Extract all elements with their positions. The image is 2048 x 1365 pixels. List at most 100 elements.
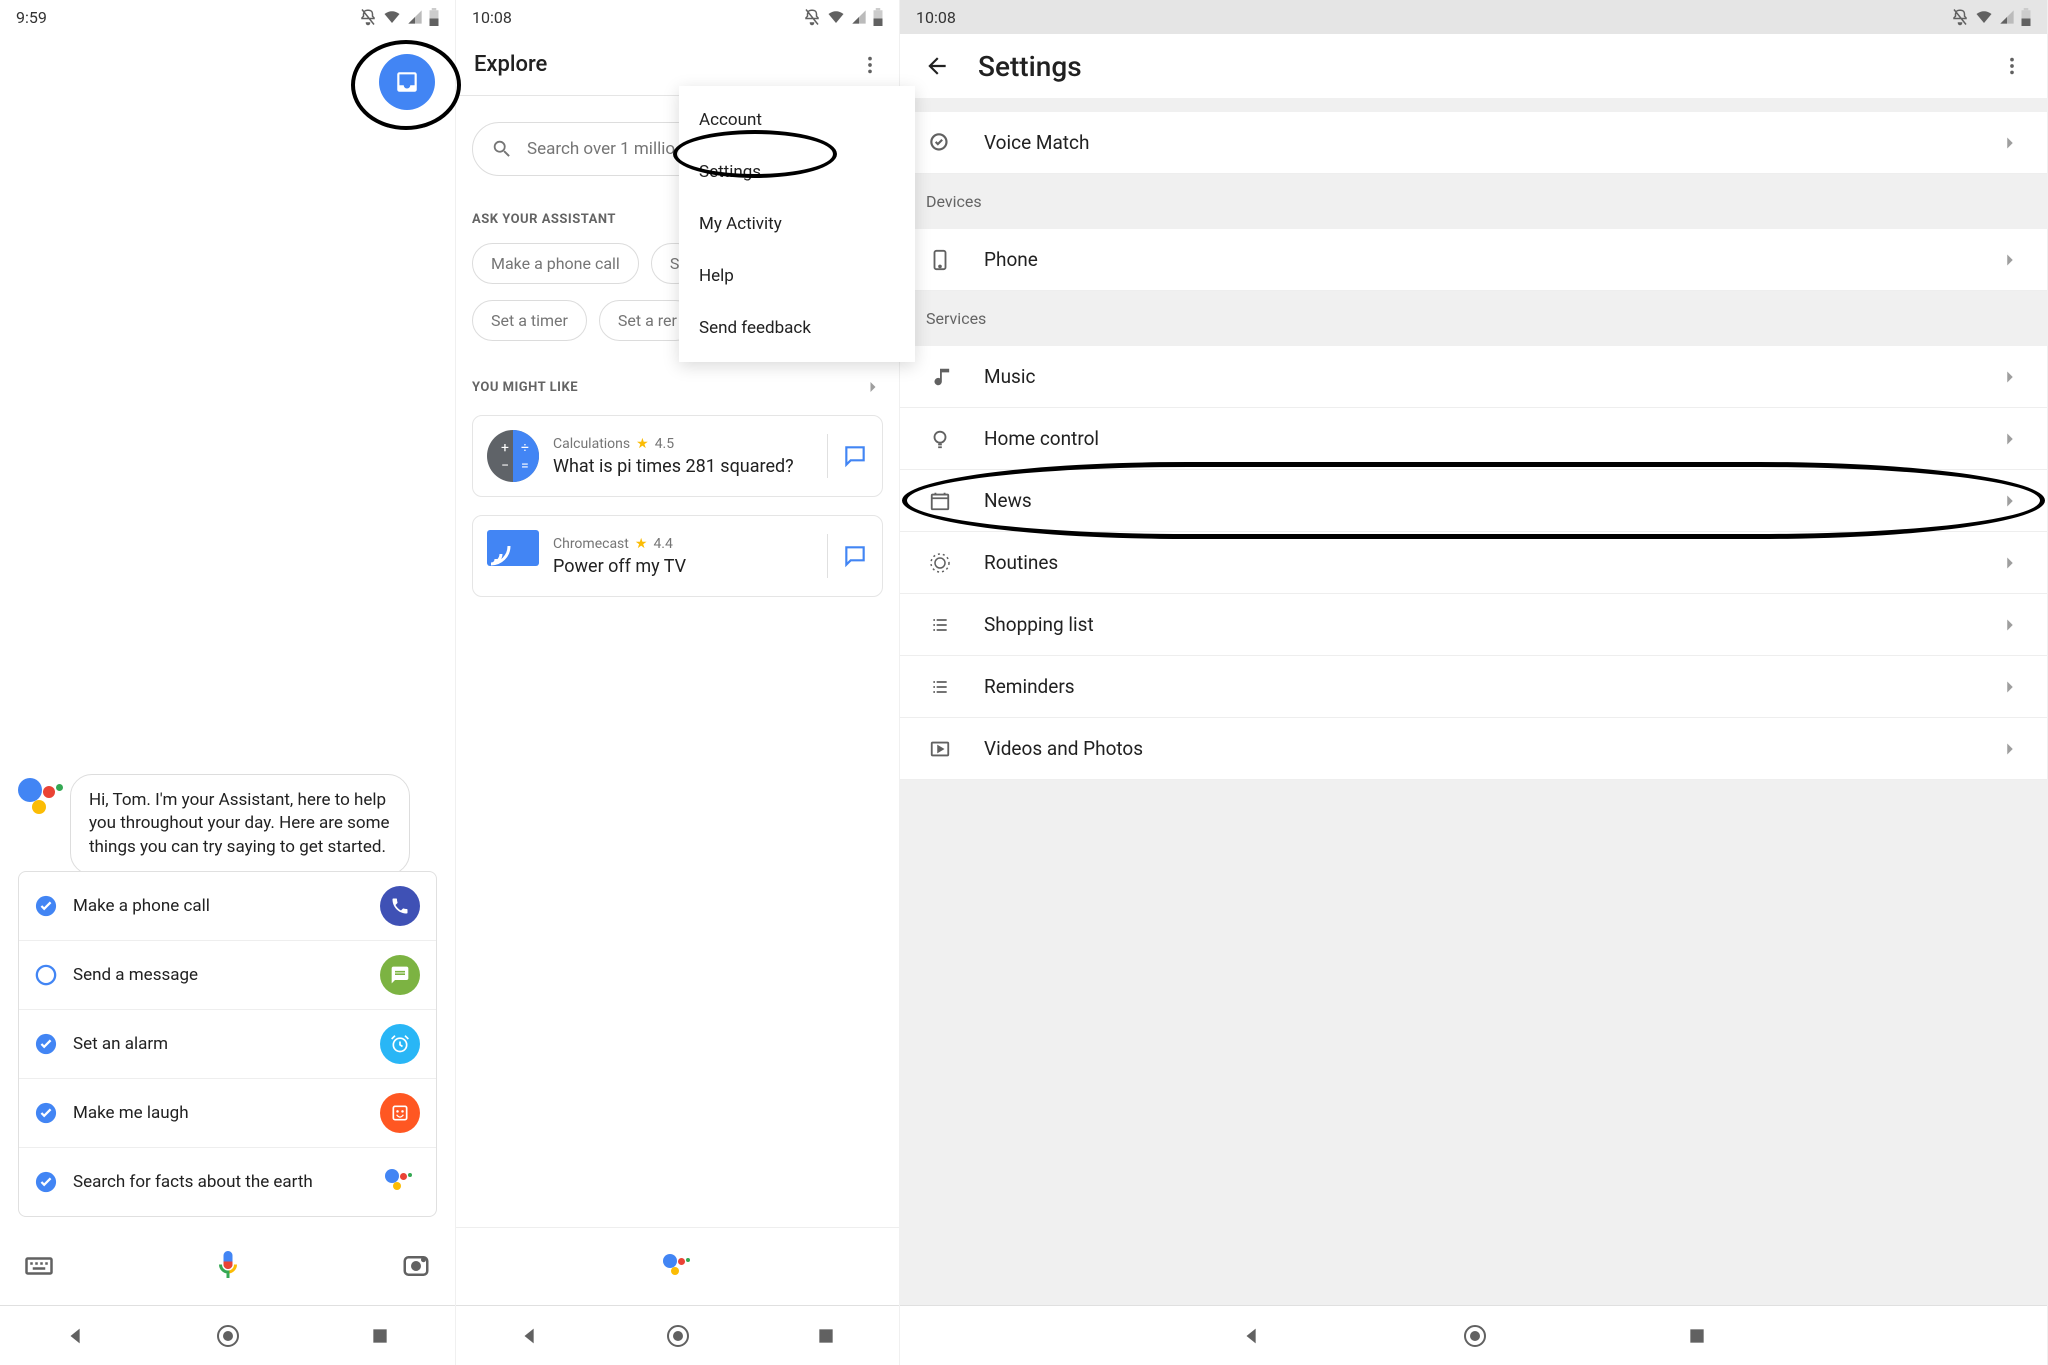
recent-nav-icon[interactable] bbox=[816, 1326, 836, 1346]
chat-icon[interactable] bbox=[842, 443, 868, 469]
mic-icon[interactable] bbox=[210, 1248, 246, 1284]
chip-set-timer[interactable]: Set a timer bbox=[472, 300, 587, 341]
search-icon bbox=[491, 138, 513, 160]
card-title: Power off my TV bbox=[553, 556, 813, 577]
row-label: News bbox=[984, 489, 1969, 512]
list-icon bbox=[926, 615, 954, 635]
card-title: What is pi times 281 squared? bbox=[553, 456, 813, 477]
home-nav-icon[interactable] bbox=[666, 1324, 690, 1348]
assistant-logo-icon bbox=[18, 778, 60, 820]
suggestions-card: Make a phone call Send a message Set an … bbox=[18, 871, 437, 1217]
status-icons bbox=[803, 8, 883, 26]
row-label: Home control bbox=[984, 427, 1969, 450]
row-shopping-list[interactable]: Shopping list bbox=[900, 594, 2047, 656]
check-icon bbox=[35, 1102, 57, 1124]
battery-icon bbox=[873, 8, 883, 26]
news-icon bbox=[926, 490, 954, 512]
row-home-control[interactable]: Home control bbox=[900, 408, 2047, 470]
inbox-icon bbox=[394, 69, 420, 95]
keyboard-icon[interactable] bbox=[24, 1251, 54, 1281]
status-time: 10:08 bbox=[472, 8, 512, 27]
suggestion-phone-call[interactable]: Make a phone call bbox=[19, 872, 436, 941]
assistant-dots-icon bbox=[380, 1162, 420, 1202]
svg-text:+: + bbox=[501, 440, 509, 456]
row-label: Music bbox=[984, 365, 1969, 388]
check-icon bbox=[35, 895, 57, 917]
voice-match-icon bbox=[926, 130, 954, 156]
card-calculations[interactable]: +−÷= Calculations ★ 4.5 What is pi times… bbox=[472, 415, 883, 497]
recent-nav-icon[interactable] bbox=[1687, 1326, 1707, 1346]
nav-bar bbox=[0, 1305, 455, 1365]
suggestion-set-alarm[interactable]: Set an alarm bbox=[19, 1010, 436, 1079]
chevron-right-icon bbox=[1999, 428, 2021, 450]
row-videos-photos[interactable]: Videos and Photos bbox=[900, 718, 2047, 780]
back-nav-icon[interactable] bbox=[65, 1325, 87, 1347]
page-title: Explore bbox=[474, 52, 859, 77]
menu-settings[interactable]: Settings bbox=[679, 146, 915, 198]
menu-my-activity[interactable]: My Activity bbox=[679, 198, 915, 250]
chevron-right-icon bbox=[1999, 132, 2021, 154]
row-label: Videos and Photos bbox=[984, 737, 1969, 760]
screen-explore: 10:08 Explore Search over 1 millio ASK Y… bbox=[456, 0, 900, 1365]
mute-icon bbox=[803, 8, 821, 26]
home-nav-icon[interactable] bbox=[1463, 1324, 1487, 1348]
menu-help[interactable]: Help bbox=[679, 250, 915, 302]
signal-icon bbox=[407, 9, 423, 25]
more-icon[interactable] bbox=[2001, 55, 2023, 77]
menu-send-feedback[interactable]: Send feedback bbox=[679, 302, 915, 354]
svg-text:=: = bbox=[521, 458, 529, 474]
status-time: 10:08 bbox=[916, 8, 956, 27]
home-nav-icon[interactable] bbox=[216, 1324, 240, 1348]
chevron-right-icon bbox=[1999, 366, 2021, 388]
chip-phone-call[interactable]: Make a phone call bbox=[472, 243, 639, 284]
signal-icon bbox=[851, 9, 867, 25]
suggestion-label: Send a message bbox=[73, 965, 364, 985]
status-time: 9:59 bbox=[16, 8, 47, 27]
section-devices: Devices bbox=[900, 174, 2047, 229]
menu-account[interactable]: Account bbox=[679, 94, 915, 146]
suggestion-label: Search for facts about the earth bbox=[73, 1172, 364, 1192]
suggestion-send-message[interactable]: Send a message bbox=[19, 941, 436, 1010]
battery-icon bbox=[2021, 8, 2031, 26]
assistant-logo-icon[interactable] bbox=[663, 1254, 693, 1280]
bottom-toolbar bbox=[0, 1227, 455, 1305]
row-reminders[interactable]: Reminders bbox=[900, 656, 2047, 718]
row-voice-match[interactable]: Voice Match bbox=[900, 112, 2047, 174]
back-nav-icon[interactable] bbox=[1241, 1325, 1263, 1347]
signal-icon bbox=[1999, 9, 2015, 25]
nav-bar bbox=[900, 1305, 2047, 1365]
check-icon bbox=[35, 1171, 57, 1193]
profile-button[interactable] bbox=[379, 54, 435, 110]
card-chromecast[interactable]: Chromecast ★ 4.4 Power off my TV bbox=[472, 515, 883, 597]
mute-icon bbox=[1951, 8, 1969, 26]
row-phone[interactable]: Phone bbox=[900, 229, 2047, 291]
assistant-intro: Hi, Tom. I'm your Assistant, here to hel… bbox=[18, 774, 410, 875]
wifi-icon bbox=[1975, 8, 1993, 26]
divider bbox=[827, 434, 828, 478]
suggestion-label: Make a phone call bbox=[73, 896, 364, 916]
wifi-icon bbox=[383, 8, 401, 26]
calculator-icon: +−÷= bbox=[487, 430, 539, 482]
svg-text:−: − bbox=[501, 458, 509, 474]
list-icon bbox=[926, 677, 954, 697]
check-icon bbox=[35, 1033, 57, 1055]
row-music[interactable]: Music bbox=[900, 346, 2047, 408]
row-label: Reminders bbox=[984, 675, 1969, 698]
row-routines[interactable]: Routines bbox=[900, 532, 2047, 594]
chat-icon[interactable] bbox=[842, 543, 868, 569]
back-arrow-icon[interactable] bbox=[924, 53, 950, 79]
recent-nav-icon[interactable] bbox=[370, 1326, 390, 1346]
row-news[interactable]: News bbox=[900, 470, 2047, 532]
yml-header[interactable]: YOU MIGHT LIKE bbox=[472, 377, 883, 397]
wifi-icon bbox=[827, 8, 845, 26]
more-icon[interactable] bbox=[859, 54, 881, 76]
suggestion-search-facts[interactable]: Search for facts about the earth bbox=[19, 1148, 436, 1216]
suggestion-make-laugh[interactable]: Make me laugh bbox=[19, 1079, 436, 1148]
chromecast-icon bbox=[487, 530, 539, 582]
intro-message: Hi, Tom. I'm your Assistant, here to hel… bbox=[70, 774, 410, 875]
lens-icon[interactable] bbox=[401, 1251, 431, 1281]
phone-icon bbox=[380, 886, 420, 926]
chevron-right-icon bbox=[1999, 249, 2021, 271]
back-nav-icon[interactable] bbox=[519, 1325, 541, 1347]
row-label: Phone bbox=[984, 248, 1969, 271]
